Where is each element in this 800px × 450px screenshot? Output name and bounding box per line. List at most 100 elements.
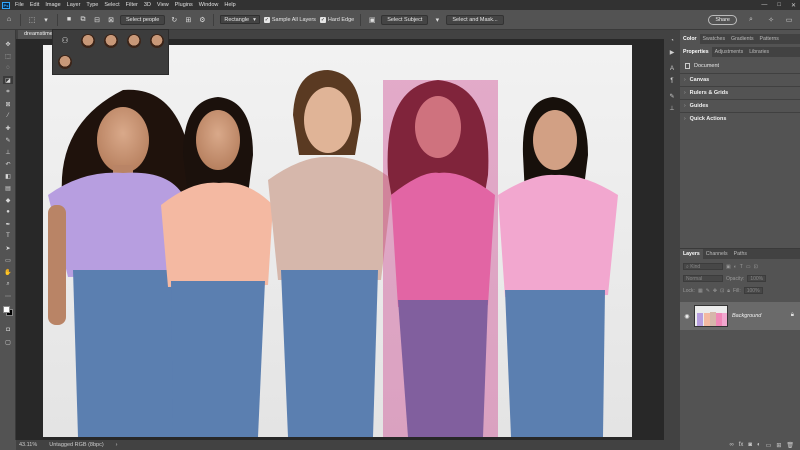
person-thumbnail[interactable] [150, 34, 164, 48]
new-selection-icon[interactable]: ■ [64, 15, 74, 25]
quick-mask-icon[interactable]: ◘ [3, 326, 13, 334]
menu-select[interactable]: Select [101, 2, 122, 8]
object-selection-tool-icon[interactable]: ⬚ [27, 15, 37, 25]
tab-patterns[interactable]: Patterns [757, 34, 782, 44]
tab-adjustments[interactable]: Adjustments [712, 47, 747, 57]
brushes-panel-icon[interactable]: ✎ [667, 92, 677, 101]
foreground-color-swatch[interactable] [3, 306, 10, 313]
tab-swatches[interactable]: Swatches [700, 34, 729, 44]
marquee-tool-icon[interactable]: ⬚ [3, 52, 13, 60]
photo-canvas[interactable] [43, 45, 632, 437]
lock-position-icon[interactable]: ✥ [713, 288, 717, 294]
layer-filter-select[interactable]: ⌕ Kind [683, 263, 723, 270]
tab-paths[interactable]: Paths [731, 249, 750, 259]
crop-tool-icon[interactable]: ⌗ [3, 88, 13, 96]
dodge-tool-icon[interactable]: ● [3, 208, 13, 216]
select-subject-chevron-icon[interactable]: ▾ [432, 15, 442, 25]
more-tools-icon[interactable]: ⋯ [3, 292, 13, 300]
lock-image-icon[interactable]: ✎ [706, 288, 710, 294]
blend-mode-select[interactable]: Normal [683, 275, 723, 282]
person-thumbnail[interactable] [81, 34, 95, 48]
tab-gradients[interactable]: Gradients [728, 34, 757, 44]
subtract-selection-icon[interactable]: ⊟ [92, 15, 102, 25]
eraser-tool-icon[interactable]: ◧ [3, 172, 13, 180]
home-icon[interactable]: ⌂ [4, 15, 14, 25]
maximize-button[interactable]: □ [777, 2, 781, 8]
select-subject-button[interactable]: Select Subject [381, 14, 429, 25]
workspace-icon[interactable]: ▭ [784, 15, 794, 25]
layer-name[interactable]: Background [732, 313, 761, 319]
brush-tool-icon[interactable]: ✎ [3, 136, 13, 144]
menu-layer[interactable]: Layer [64, 2, 84, 8]
frame-tool-icon[interactable]: ⊠ [3, 100, 13, 108]
object-finder-icon[interactable]: ⊞ [183, 15, 193, 25]
section-quick-actions[interactable]: › Quick Actions [680, 112, 800, 125]
menu-plugins[interactable]: Plugins [172, 2, 196, 8]
pen-tool-icon[interactable]: ✒ [3, 220, 13, 228]
menu-file[interactable]: File [12, 2, 27, 8]
lock-all-icon[interactable]: 🔒︎ [727, 288, 730, 294]
photoshop-logo[interactable]: Ps [0, 0, 12, 10]
intersect-selection-icon[interactable]: ⊠ [106, 15, 116, 25]
tab-channels[interactable]: Channels [703, 249, 731, 259]
menu-filter[interactable]: Filter [123, 2, 141, 8]
refresh-icon[interactable]: ↻ [169, 15, 179, 25]
type-tool-icon[interactable]: T [3, 232, 13, 240]
visibility-eye-icon[interactable]: ◉ [680, 313, 694, 320]
menu-image[interactable]: Image [42, 2, 63, 8]
eyedropper-tool-icon[interactable]: ⁄ [3, 112, 13, 120]
lasso-tool-icon[interactable]: ◌ [3, 64, 13, 72]
person-thumbnail[interactable] [58, 55, 72, 69]
new-group-icon[interactable]: ▭ [766, 442, 772, 449]
add-mask-icon[interactable]: ◙ [748, 442, 752, 448]
fill-input[interactable]: 100% [743, 287, 763, 294]
history-brush-tool-icon[interactable]: ↶ [3, 160, 13, 168]
delete-layer-icon[interactable]: 🗑︎ [786, 442, 794, 449]
mode-select[interactable]: Rectangle ▾ [220, 15, 260, 24]
menu-help[interactable]: Help [221, 2, 238, 8]
rectangle-tool-icon[interactable]: ▭ [3, 256, 13, 264]
zoom-level[interactable]: 43.11% [19, 442, 37, 448]
canvas-lock-icon[interactable]: ▣ [367, 15, 377, 25]
section-guides[interactable]: › Guides [680, 99, 800, 112]
person-thumbnail[interactable] [127, 34, 141, 48]
share-button[interactable]: Share [708, 15, 737, 25]
section-rulers-grids[interactable]: › Rulers & Grids [680, 86, 800, 99]
add-to-selection-icon[interactable]: ⧉ [78, 15, 88, 25]
adjustment-layer-icon[interactable]: ◐ [757, 442, 761, 448]
new-layer-icon[interactable]: ⊞ [776, 442, 781, 449]
character-panel-icon[interactable]: A [667, 64, 677, 73]
canvas-area[interactable] [16, 39, 664, 440]
close-button[interactable]: ✕ [791, 2, 796, 9]
sample-all-layers-checkbox[interactable]: ✓ Sample All Layers [263, 16, 316, 23]
search-icon[interactable]: ⌕ [746, 15, 756, 25]
settings-gear-icon[interactable]: ⚙ [197, 15, 207, 25]
filter-shape-icon[interactable]: ▭ [746, 264, 751, 270]
filter-smart-object-icon[interactable]: ⊡ [754, 264, 758, 270]
menu-edit[interactable]: Edit [27, 2, 42, 8]
history-panel-icon[interactable]: ◔ [667, 36, 677, 45]
clone-source-panel-icon[interactable]: ⊥ [667, 104, 677, 113]
screen-mode-icon[interactable]: ▢ [3, 338, 13, 346]
blur-tool-icon[interactable]: ◆ [3, 196, 13, 204]
object-selection-tool-icon[interactable]: ◪ [3, 76, 13, 84]
menu-window[interactable]: Window [196, 2, 222, 8]
filter-type-icon[interactable]: T [740, 264, 743, 270]
lock-artboard-icon[interactable]: ⊡ [720, 288, 724, 294]
filter-adjustment-icon[interactable]: ◐ [734, 264, 737, 270]
filter-pixel-icon[interactable]: ▣ [726, 264, 731, 270]
tab-libraries[interactable]: Libraries [746, 47, 772, 57]
opacity-input[interactable]: 100% [747, 275, 767, 282]
menu-type[interactable]: Type [83, 2, 101, 8]
move-tool-icon[interactable]: ✥ [3, 40, 13, 48]
paragraph-panel-icon[interactable]: ¶ [667, 76, 677, 85]
tab-layers[interactable]: Layers [680, 249, 703, 259]
layer-style-icon[interactable]: fx [739, 442, 744, 448]
hand-tool-icon[interactable]: ✋ [3, 268, 13, 276]
tool-preset-chevron-icon[interactable]: ▾ [41, 15, 51, 25]
select-people-button[interactable]: Select people [120, 14, 166, 25]
zoom-tool-icon[interactable]: ⌕ [3, 280, 13, 288]
section-canvas[interactable]: › Canvas [680, 73, 800, 86]
menu-view[interactable]: View [154, 2, 172, 8]
link-layers-icon[interactable]: ∞ [729, 442, 733, 448]
